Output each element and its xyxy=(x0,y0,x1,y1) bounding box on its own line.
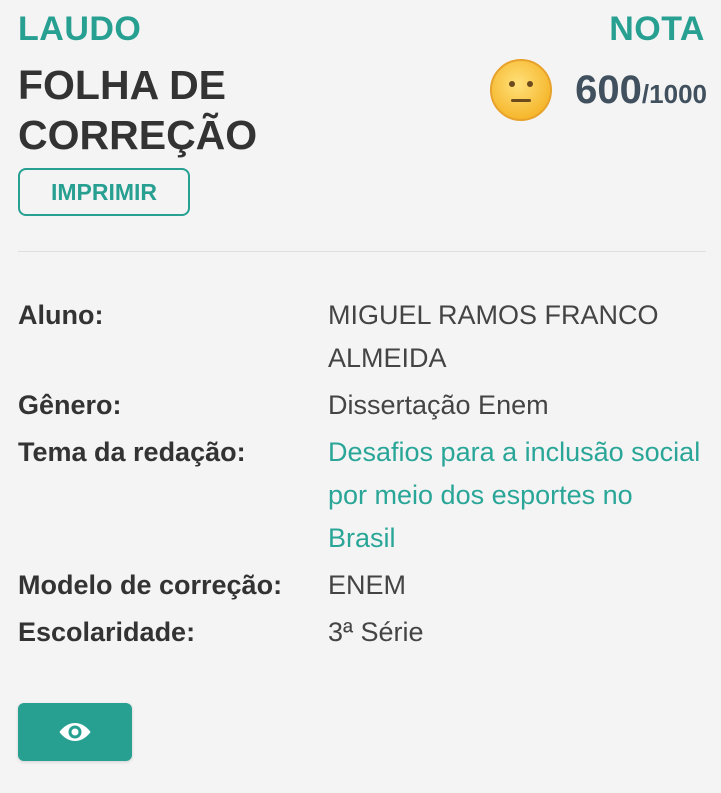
report-header: LAUDO FOLHA DE CORREÇÃO IMPRIMIR NOTA 60… xyxy=(0,0,721,250)
score-value: 600/1000 xyxy=(575,68,707,113)
genero-value: Dissertação Enem xyxy=(328,390,549,420)
detail-row-aluno: Aluno: MIGUEL RAMOS FRANCO ALMEIDA xyxy=(18,294,706,380)
print-button[interactable]: IMPRIMIR xyxy=(18,168,190,216)
escolaridade-value: 3ª Série xyxy=(328,617,424,647)
detail-row-modelo: Modelo de correção: ENEM xyxy=(18,564,706,607)
score-max: /1000 xyxy=(641,78,707,109)
score-display: 600/1000 xyxy=(489,58,707,122)
neutral-face-icon xyxy=(490,59,553,121)
page-title: FOLHA DE CORREÇÃO xyxy=(18,62,258,158)
laudo-label: LAUDO xyxy=(18,10,142,48)
view-button[interactable] xyxy=(18,703,132,761)
genero-label: Gênero: xyxy=(18,390,122,420)
detail-row-escolaridade: Escolaridade: 3ª Série xyxy=(18,611,706,654)
eye-icon xyxy=(59,723,91,741)
divider xyxy=(18,251,706,252)
score-number: 600 xyxy=(575,67,642,112)
modelo-value: ENEM xyxy=(328,570,407,600)
detail-row-tema: Tema da redação: Desafios para a inclusã… xyxy=(18,431,706,560)
modelo-label: Modelo de correção: xyxy=(18,570,283,600)
aluno-value: MIGUEL RAMOS FRANCO ALMEIDA xyxy=(328,300,659,373)
tema-label: Tema da redação: xyxy=(18,437,246,467)
aluno-label: Aluno: xyxy=(18,300,104,330)
nota-label: NOTA xyxy=(609,10,705,48)
escolaridade-label: Escolaridade: xyxy=(18,617,196,647)
report-details: Aluno: MIGUEL RAMOS FRANCO ALMEIDA Gêner… xyxy=(18,294,706,658)
tema-link[interactable]: Desafios para a inclusão social por meio… xyxy=(328,431,706,560)
report-page: LAUDO FOLHA DE CORREÇÃO IMPRIMIR NOTA 60… xyxy=(0,0,721,793)
detail-row-genero: Gênero: Dissertação Enem xyxy=(18,384,706,427)
